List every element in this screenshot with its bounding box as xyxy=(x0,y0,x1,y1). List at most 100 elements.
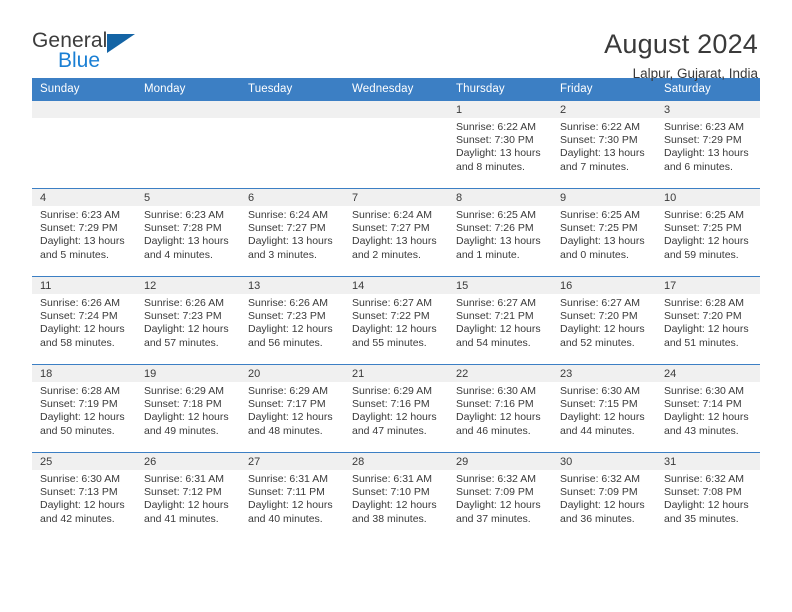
day-number: 9 xyxy=(552,189,656,206)
calendar-day-cell[interactable]: 8 Sunrise: 6:25 AM Sunset: 7:26 PM Daylight… xyxy=(448,188,552,277)
day-details: Sunrise: 6:32 AM Sunset: 7:09 PM Daylight:… xyxy=(448,470,552,526)
day-details: Sunrise: 6:31 AM Sunset: 7:11 PM Daylight:… xyxy=(240,470,344,526)
calendar-cell-empty xyxy=(344,100,448,189)
calendar-week-row: 1 Sunrise: 6:22 AM Sunset: 7:30 PM Daylight… xyxy=(32,100,760,189)
daylight-text: Daylight: 13 hours and 0 minutes. xyxy=(560,235,645,261)
sunrise-text: Sunrise: 6:32 AM xyxy=(560,473,640,485)
calendar-day-cell[interactable]: 30 Sunrise: 6:32 AM Sunset: 7:09 PM Dayligh… xyxy=(552,452,656,541)
sunrise-text: Sunrise: 6:30 AM xyxy=(664,385,744,397)
calendar-day-cell[interactable]: 2 Sunrise: 6:22 AM Sunset: 7:30 PM Daylight… xyxy=(552,100,656,189)
calendar-day-cell[interactable]: 29 Sunrise: 6:32 AM Sunset: 7:09 PM Dayligh… xyxy=(448,452,552,541)
calendar-day-cell[interactable]: 1 Sunrise: 6:22 AM Sunset: 7:30 PM Daylight… xyxy=(448,100,552,189)
daylight-text: Daylight: 12 hours and 41 minutes. xyxy=(144,499,229,525)
calendar-day-cell[interactable]: 18 Sunrise: 6:28 AM Sunset: 7:19 PM Dayligh… xyxy=(32,364,136,453)
calendar-day-cell[interactable]: 22 Sunrise: 6:30 AM Sunset: 7:16 PM Dayligh… xyxy=(448,364,552,453)
day-details: Sunrise: 6:23 AM Sunset: 7:28 PM Daylight:… xyxy=(136,206,240,262)
logo-text-blue: Blue xyxy=(58,49,101,72)
calendar-week-row: 25 Sunrise: 6:30 AM Sunset: 7:13 PM Dayligh… xyxy=(32,452,760,541)
daylight-text: Daylight: 12 hours and 42 minutes. xyxy=(40,499,125,525)
calendar-day-cell[interactable]: 11 Sunrise: 6:26 AM Sunset: 7:24 PM Dayligh… xyxy=(32,276,136,365)
sunrise-text: Sunrise: 6:30 AM xyxy=(560,385,640,397)
day-number: 16 xyxy=(552,277,656,294)
sunrise-text: Sunrise: 6:28 AM xyxy=(40,385,120,397)
generalblue-logo[interactable]: General Blue xyxy=(32,28,152,71)
sunset-text: Sunset: 7:24 PM xyxy=(40,310,118,323)
day-details: Sunrise: 6:30 AM Sunset: 7:15 PM Daylight:… xyxy=(552,382,656,438)
sunset-text: Sunset: 7:25 PM xyxy=(560,222,638,235)
calendar-day-cell[interactable]: 5 Sunrise: 6:23 AM Sunset: 7:28 PM Daylight… xyxy=(136,188,240,277)
calendar-day-cell[interactable]: 27 Sunrise: 6:31 AM Sunset: 7:11 PM Dayligh… xyxy=(240,452,344,541)
day-details: Sunrise: 6:28 AM Sunset: 7:19 PM Daylight:… xyxy=(32,382,136,438)
sunset-text: Sunset: 7:22 PM xyxy=(352,310,430,323)
calendar-day-cell[interactable]: 17 Sunrise: 6:28 AM Sunset: 7:20 PM Dayligh… xyxy=(656,276,760,365)
day-number: 27 xyxy=(240,453,344,470)
daylight-text: Daylight: 13 hours and 2 minutes. xyxy=(352,235,437,261)
daylight-text: Daylight: 12 hours and 36 minutes. xyxy=(560,499,645,525)
daylight-text: Daylight: 12 hours and 51 minutes. xyxy=(664,323,749,349)
logo-triangle-icon xyxy=(107,34,135,53)
weekday-header-thursday: Thursday xyxy=(448,78,552,101)
day-number: 2 xyxy=(552,101,656,118)
calendar-cell-empty xyxy=(136,100,240,189)
sunrise-text: Sunrise: 6:22 AM xyxy=(456,121,536,133)
sunrise-text: Sunrise: 6:29 AM xyxy=(144,385,224,397)
calendar-day-cell[interactable]: 9 Sunrise: 6:25 AM Sunset: 7:25 PM Daylight… xyxy=(552,188,656,277)
sunset-text: Sunset: 7:08 PM xyxy=(664,486,742,499)
calendar-day-cell[interactable]: 7 Sunrise: 6:24 AM Sunset: 7:27 PM Daylight… xyxy=(344,188,448,277)
day-number: 23 xyxy=(552,365,656,382)
calendar-day-cell[interactable]: 31 Sunrise: 6:32 AM Sunset: 7:08 PM Dayligh… xyxy=(656,452,760,541)
day-number: 31 xyxy=(656,453,760,470)
calendar-day-cell[interactable]: 6 Sunrise: 6:24 AM Sunset: 7:27 PM Daylight… xyxy=(240,188,344,277)
sunset-text: Sunset: 7:27 PM xyxy=(248,222,326,235)
sunset-text: Sunset: 7:30 PM xyxy=(456,134,534,147)
day-details: Sunrise: 6:31 AM Sunset: 7:10 PM Daylight:… xyxy=(344,470,448,526)
day-details: Sunrise: 6:27 AM Sunset: 7:21 PM Daylight:… xyxy=(448,294,552,350)
calendar-day-cell[interactable]: 10 Sunrise: 6:25 AM Sunset: 7:25 PM Dayligh… xyxy=(656,188,760,277)
calendar-day-cell[interactable]: 15 Sunrise: 6:27 AM Sunset: 7:21 PM Dayligh… xyxy=(448,276,552,365)
calendar-day-cell[interactable]: 20 Sunrise: 6:29 AM Sunset: 7:17 PM Dayligh… xyxy=(240,364,344,453)
calendar-day-cell[interactable]: 14 Sunrise: 6:27 AM Sunset: 7:22 PM Dayligh… xyxy=(344,276,448,365)
sunset-text: Sunset: 7:27 PM xyxy=(352,222,430,235)
sunset-text: Sunset: 7:15 PM xyxy=(560,398,638,411)
calendar-table: Sunday Monday Tuesday Wednesday Thursday Frid… xyxy=(32,78,760,541)
daylight-text: Daylight: 12 hours and 52 minutes. xyxy=(560,323,645,349)
calendar-day-cell[interactable]: 24 Sunrise: 6:30 AM Sunset: 7:14 PM Dayligh… xyxy=(656,364,760,453)
sunset-text: Sunset: 7:19 PM xyxy=(40,398,118,411)
calendar-week-row: 18 Sunrise: 6:28 AM Sunset: 7:19 PM Dayligh… xyxy=(32,364,760,453)
day-number: 30 xyxy=(552,453,656,470)
daylight-text: Daylight: 13 hours and 7 minutes. xyxy=(560,147,645,173)
sunset-text: Sunset: 7:23 PM xyxy=(248,310,326,323)
sunrise-text: Sunrise: 6:23 AM xyxy=(40,209,120,221)
calendar-day-cell[interactable]: 12 Sunrise: 6:26 AM Sunset: 7:23 PM Dayligh… xyxy=(136,276,240,365)
sunset-text: Sunset: 7:20 PM xyxy=(560,310,638,323)
day-details: Sunrise: 6:26 AM Sunset: 7:24 PM Daylight:… xyxy=(32,294,136,350)
calendar-day-cell[interactable]: 23 Sunrise: 6:30 AM Sunset: 7:15 PM Dayligh… xyxy=(552,364,656,453)
sunrise-text: Sunrise: 6:25 AM xyxy=(664,209,744,221)
daylight-text: Daylight: 12 hours and 47 minutes. xyxy=(352,411,437,437)
calendar-day-cell[interactable]: 3 Sunrise: 6:23 AM Sunset: 7:29 PM Daylight… xyxy=(656,100,760,189)
day-details: Sunrise: 6:32 AM Sunset: 7:09 PM Daylight:… xyxy=(552,470,656,526)
day-details: Sunrise: 6:28 AM Sunset: 7:20 PM Daylight:… xyxy=(656,294,760,350)
calendar-day-cell[interactable]: 25 Sunrise: 6:30 AM Sunset: 7:13 PM Dayligh… xyxy=(32,452,136,541)
calendar-day-cell[interactable]: 28 Sunrise: 6:31 AM Sunset: 7:10 PM Dayligh… xyxy=(344,452,448,541)
sunrise-text: Sunrise: 6:31 AM xyxy=(352,473,432,485)
day-number xyxy=(344,101,448,118)
calendar-day-cell[interactable]: 16 Sunrise: 6:27 AM Sunset: 7:20 PM Dayligh… xyxy=(552,276,656,365)
calendar-day-cell[interactable]: 19 Sunrise: 6:29 AM Sunset: 7:18 PM Dayligh… xyxy=(136,364,240,453)
sunrise-text: Sunrise: 6:29 AM xyxy=(248,385,328,397)
day-number: 19 xyxy=(136,365,240,382)
sunset-text: Sunset: 7:10 PM xyxy=(352,486,430,499)
calendar-day-cell[interactable]: 21 Sunrise: 6:29 AM Sunset: 7:16 PM Dayligh… xyxy=(344,364,448,453)
day-details: Sunrise: 6:29 AM Sunset: 7:16 PM Daylight:… xyxy=(344,382,448,438)
sunrise-text: Sunrise: 6:26 AM xyxy=(248,297,328,309)
daylight-text: Daylight: 12 hours and 44 minutes. xyxy=(560,411,645,437)
sunrise-text: Sunrise: 6:32 AM xyxy=(456,473,536,485)
sunrise-text: Sunrise: 6:23 AM xyxy=(664,121,744,133)
calendar-day-cell[interactable]: 26 Sunrise: 6:31 AM Sunset: 7:12 PM Dayligh… xyxy=(136,452,240,541)
calendar-day-cell[interactable]: 13 Sunrise: 6:26 AM Sunset: 7:23 PM Dayligh… xyxy=(240,276,344,365)
calendar-day-cell[interactable]: 4 Sunrise: 6:23 AM Sunset: 7:29 PM Daylight… xyxy=(32,188,136,277)
daylight-text: Daylight: 12 hours and 37 minutes. xyxy=(456,499,541,525)
day-number: 13 xyxy=(240,277,344,294)
day-number: 22 xyxy=(448,365,552,382)
daylight-text: Daylight: 12 hours and 49 minutes. xyxy=(144,411,229,437)
